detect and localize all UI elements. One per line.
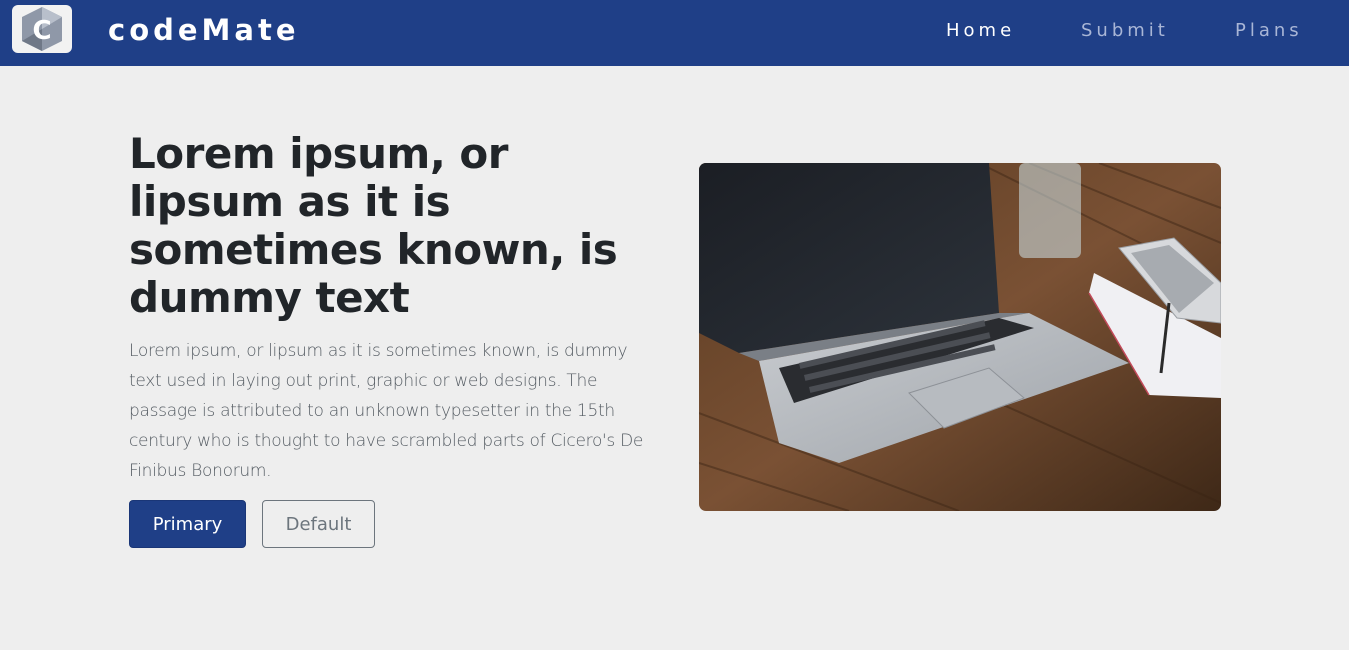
logo-letter: C xyxy=(32,16,51,46)
nav-link-plans[interactable]: Plans xyxy=(1235,19,1303,43)
primary-button[interactable]: Primary xyxy=(129,500,246,548)
top-navbar: C codeMate Home Submit Plans xyxy=(0,0,1349,66)
hexagon-logo-icon: C xyxy=(22,7,62,51)
nav-link-home[interactable]: Home xyxy=(946,19,1015,43)
hero-headline: Lorem ipsum, or lipsum as it is sometime… xyxy=(129,129,618,322)
hero-laptop-image xyxy=(699,163,1221,511)
hero-lead-text: Lorem ipsum, or lipsum as it is sometime… xyxy=(129,341,644,481)
brand-name[interactable]: codeMate xyxy=(108,11,300,49)
default-button[interactable]: Default xyxy=(262,500,375,548)
nav-link-submit[interactable]: Submit xyxy=(1081,19,1169,43)
laptop-on-desk-illustration xyxy=(699,163,1221,511)
codemate-logo-icon[interactable]: C xyxy=(12,5,72,53)
